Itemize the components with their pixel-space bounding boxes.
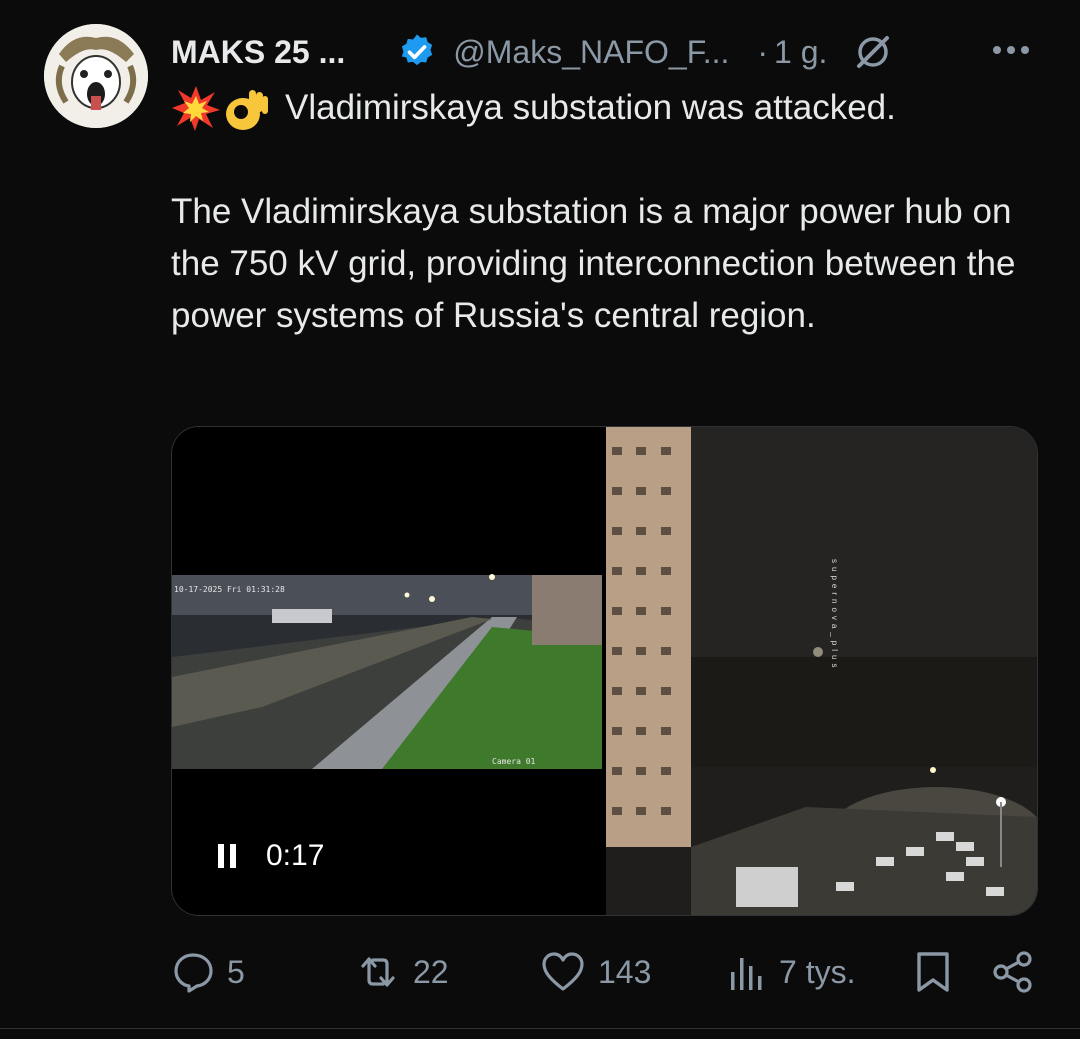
heart-icon [542, 952, 584, 991]
views-count: 7 tys. [779, 953, 856, 990]
like-count: 143 [598, 953, 652, 990]
ok-hand-emoji-icon [221, 84, 271, 132]
video-clip-cctv[interactable]: 10-17-2025 Fri 01:31:28 Camera 01 0:17 [172, 427, 602, 915]
post-first-line-text: Vladimirskaya substation was attacked. [285, 88, 896, 127]
reply-count: 5 [227, 953, 245, 990]
bookmark-button[interactable] [913, 946, 953, 998]
pause-icon[interactable] [216, 842, 240, 870]
cctv-camera-label: Camera 01 [492, 757, 536, 766]
repost-icon [361, 957, 395, 987]
post-time[interactable]: 1 g. [774, 34, 827, 71]
share-button[interactable] [991, 946, 1035, 998]
bookmark-icon [917, 952, 949, 992]
avatar-image [44, 24, 148, 128]
views-chart-icon [731, 958, 762, 990]
cctv-timestamp: 10-17-2025 Fri 01:31:28 [174, 585, 285, 594]
author-handle[interactable]: @Maks_NAFO_F... [453, 34, 729, 71]
video-controls: 0:17 [216, 839, 324, 873]
divider [0, 1028, 1080, 1029]
repost-button[interactable]: 22 [355, 946, 449, 998]
reply-button[interactable]: 5 [171, 946, 245, 998]
reply-icon [174, 953, 213, 993]
post-header: MAKS 25 ... @Maks_NAFO_F... · 1 g. [171, 28, 893, 76]
action-bar: 5 22 143 7 tys. [171, 946, 1036, 998]
separator: · [757, 33, 769, 70]
views-button[interactable]: 7 tys. [727, 946, 855, 998]
collision-emoji-icon [171, 84, 221, 132]
video-clip-night-view[interactable]: supernova_plus [606, 427, 1037, 915]
verified-badge-icon [397, 32, 437, 72]
repost-count: 22 [413, 953, 449, 990]
like-button[interactable]: 143 [540, 946, 651, 998]
grok-icon[interactable] [853, 32, 893, 72]
watermark-text: supernova_plus [830, 559, 839, 672]
media-container[interactable]: 10-17-2025 Fri 01:31:28 Camera 01 0:17 s… [171, 426, 1038, 916]
avatar[interactable] [44, 24, 148, 128]
post-body-text: The Vladimirskaya substation is a major … [171, 192, 1016, 335]
video-timer: 0:17 [266, 839, 325, 872]
more-options-icon[interactable] [990, 38, 1032, 62]
post-first-line: Vladimirskaya substation was attacked. [171, 84, 896, 132]
share-icon [993, 951, 1032, 993]
author-name[interactable]: MAKS 25 ... [171, 34, 345, 71]
